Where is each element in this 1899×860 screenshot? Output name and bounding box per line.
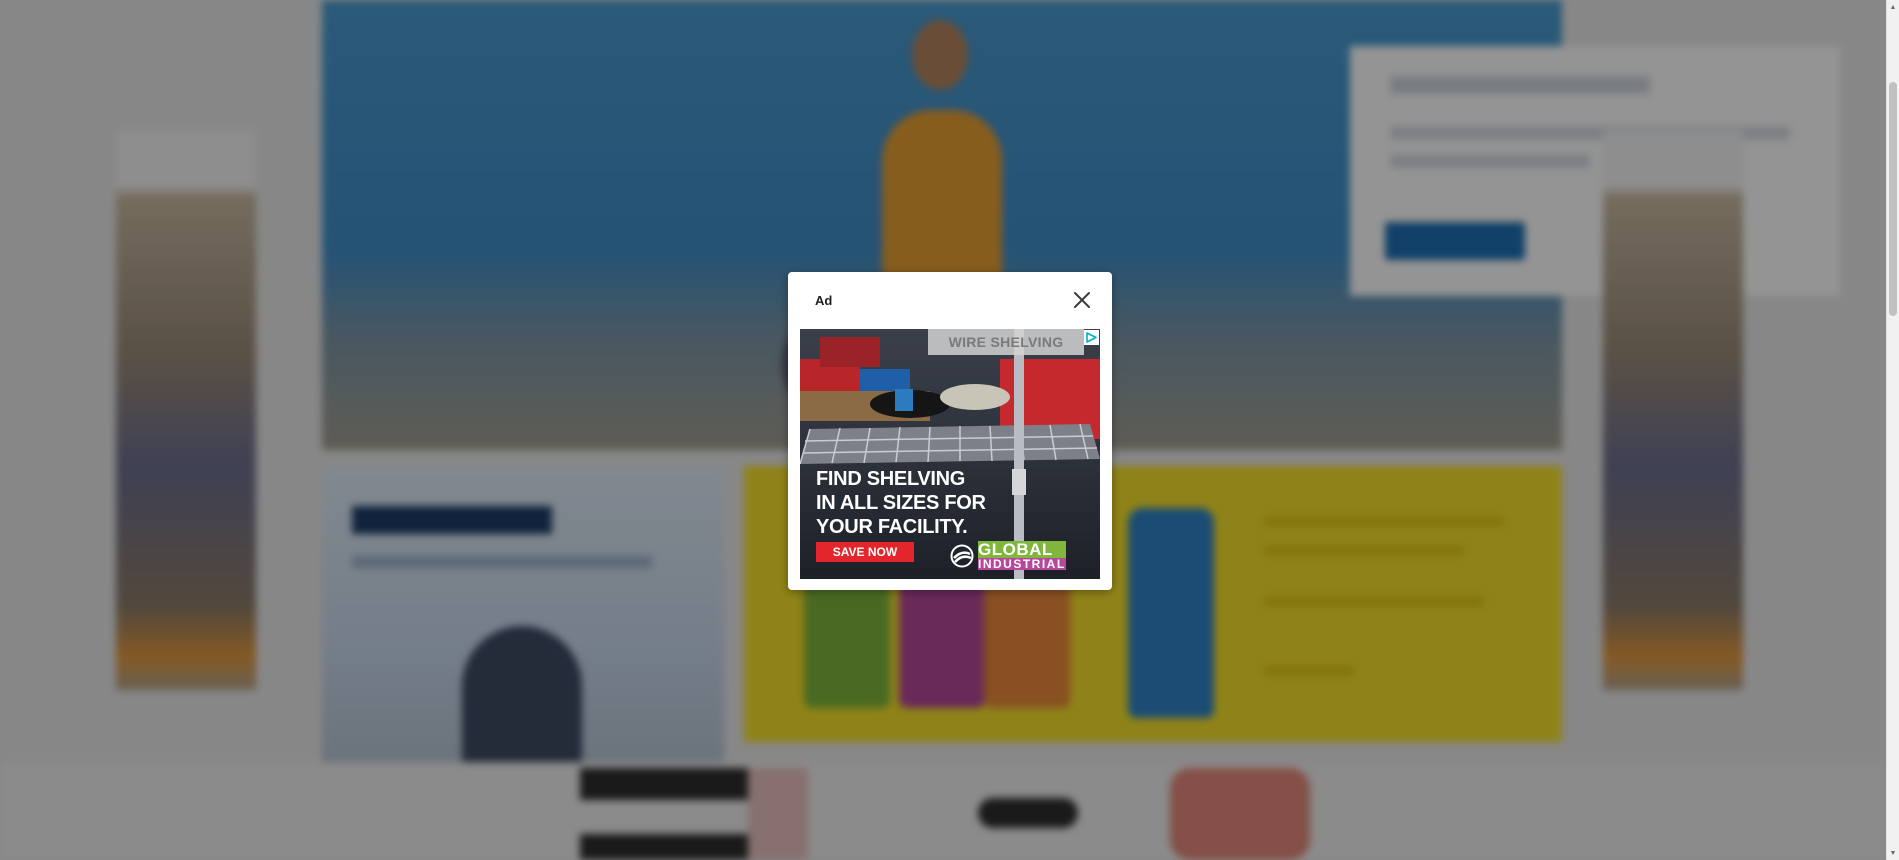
close-icon[interactable] xyxy=(1070,288,1094,312)
save-now-button[interactable]: SAVE NOW xyxy=(816,542,914,562)
ad-label: Ad xyxy=(815,293,833,308)
scroll-thumb[interactable] xyxy=(1889,82,1897,316)
ad-headline-line: IN ALL SIZES FOR xyxy=(816,492,986,514)
global-industrial-logo: GLOBAL INDUSTRIAL xyxy=(950,541,1066,570)
adchoices-icon[interactable] xyxy=(1084,330,1099,345)
scroll-up-arrow-icon[interactable]: ▲ xyxy=(1887,0,1899,14)
page-scrollbar[interactable]: ▲ ▼ xyxy=(1886,0,1899,860)
ad-headline: FIND SHELVING IN ALL SIZES FOR YOUR FACI… xyxy=(816,467,986,539)
brand-line-2: INDUSTRIAL xyxy=(978,557,1066,571)
ad-headline-line: FIND SHELVING xyxy=(816,468,966,490)
ad-banner-text: WIRE SHELVING xyxy=(928,329,1084,355)
brand-line-1: GLOBAL xyxy=(978,541,1066,558)
scroll-down-arrow-icon[interactable]: ▼ xyxy=(1887,846,1899,860)
ad-creative[interactable]: WIRE SHELVING FIND SHELVING IN ALL SIZES… xyxy=(800,329,1100,579)
ad-headline-line: YOUR FACILITY. xyxy=(816,516,968,538)
global-industrial-logo-icon xyxy=(950,544,974,567)
ad-dialog: Ad WIRE SHELVING FIND SHELVING IN ALL SI… xyxy=(788,272,1112,590)
